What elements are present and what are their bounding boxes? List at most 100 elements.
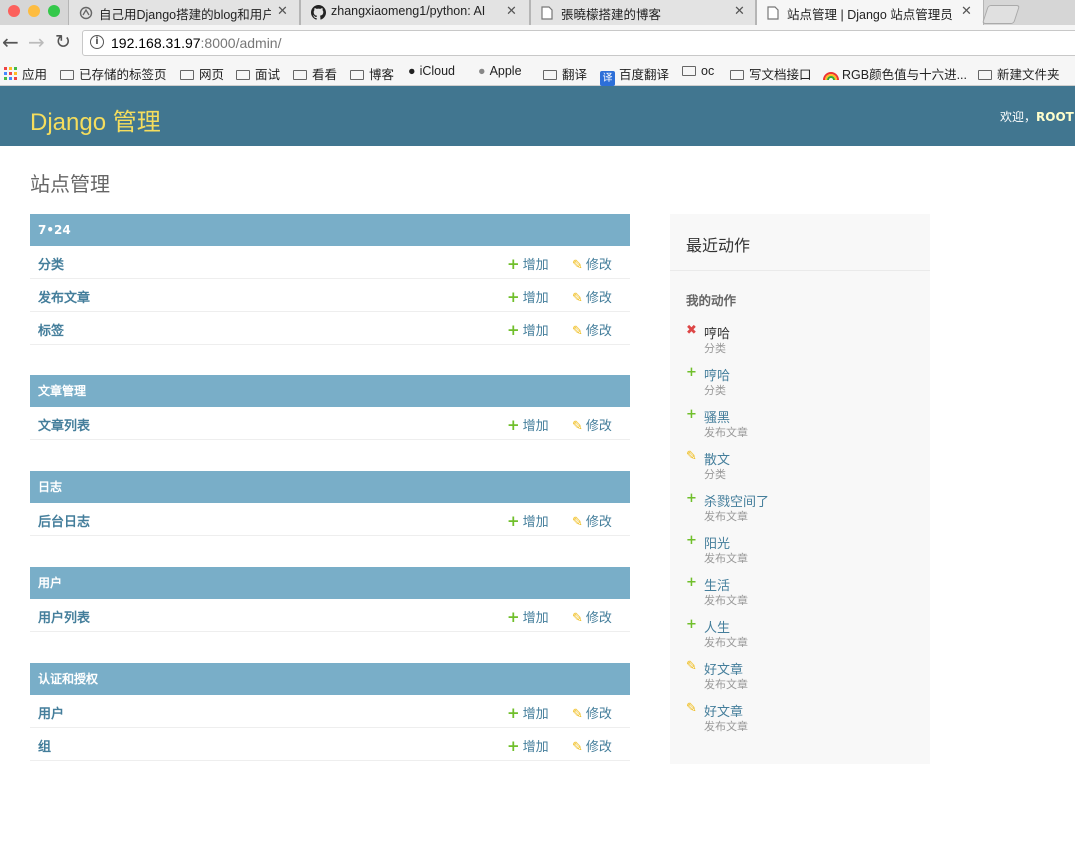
app-module: 认证和授权 用户 + 增加 ✎ 修改组 + 增加 ✎ 修改 (30, 663, 630, 761)
bookmark-folder[interactable]: 翻译 (543, 64, 587, 83)
zoom-window-icon[interactable] (48, 5, 60, 17)
change-link[interactable]: ✎ 修改 (572, 415, 612, 434)
bookmark-folder[interactable]: 写文档接口 (730, 64, 812, 83)
document-icon (767, 5, 781, 20)
model-link[interactable]: 发布文章 (38, 287, 90, 306)
module-caption[interactable]: 文章管理 (30, 375, 630, 407)
new-tab-button[interactable] (981, 5, 1021, 24)
tab-label: 自己用Django搭建的blog和用户 (99, 8, 271, 22)
bookmark-folder[interactable]: 网页 (180, 64, 224, 83)
bookmark-folder[interactable]: 博客 (350, 64, 394, 83)
folder-icon (543, 70, 557, 80)
folder-icon (293, 70, 307, 80)
change-label: 修改 (585, 291, 612, 306)
model-link[interactable]: 后台日志 (38, 511, 90, 530)
tab-close-icon[interactable]: ✕ (734, 4, 745, 19)
model-row: 发布文章 + 增加 ✎ 修改 (30, 279, 630, 312)
tab-close-icon[interactable]: ✕ (961, 4, 972, 19)
tab-close-icon[interactable]: ✕ (506, 4, 517, 19)
module-caption[interactable]: 认证和授权 (30, 663, 630, 695)
model-link[interactable]: 标签 (38, 320, 64, 339)
model-link[interactable]: 文章列表 (38, 415, 90, 434)
document-icon (541, 5, 555, 20)
apps-grid-icon (4, 67, 17, 83)
address-url[interactable]: 192.168.31.97:8000/admin/ (111, 35, 281, 51)
model-row: 分类 + 增加 ✎ 修改 (30, 246, 630, 279)
folder-icon (236, 70, 250, 80)
action-model-label: 分类 (704, 384, 726, 397)
change-label: 修改 (585, 740, 612, 755)
tab-close-icon[interactable]: ✕ (277, 4, 288, 19)
model-link[interactable]: 用户列表 (38, 607, 90, 626)
page-title: 站点管理 (30, 174, 110, 196)
minimize-window-icon[interactable] (28, 5, 40, 17)
model-link[interactable]: 用户 (38, 703, 64, 722)
bookmark-folder[interactable]: 新建文件夹 (978, 64, 1060, 83)
add-label: 增加 (522, 740, 549, 755)
close-window-icon[interactable] (8, 5, 20, 17)
add-link[interactable]: + 增加 (507, 607, 549, 626)
pencil-icon: ✎ (686, 701, 697, 716)
bookmark-folder[interactable]: 看看 (293, 64, 337, 83)
bookmark-label: RGB颜色值与十六进... (842, 68, 968, 82)
change-label: 修改 (585, 419, 612, 434)
module-caption[interactable]: 用户 (30, 567, 630, 599)
info-icon[interactable]: i (90, 35, 104, 49)
address-bar[interactable]: i 192.168.31.97:8000/admin/ (82, 30, 1075, 56)
bookmark-apps[interactable]: 应用 (4, 64, 47, 83)
back-arrow-icon[interactable]: ← (2, 31, 19, 53)
action-model-label: 发布文章 (704, 636, 748, 649)
bookmark-folder[interactable]: 已存储的标签页 (60, 64, 167, 83)
add-link[interactable]: + 增加 (507, 703, 549, 722)
bookmark-baidu-translate[interactable]: 译百度翻译 (600, 64, 669, 86)
pencil-icon: ✎ (572, 419, 583, 434)
forward-arrow-icon[interactable]: → (28, 31, 45, 53)
bookmark-label: 已存储的标签页 (79, 68, 167, 82)
change-link[interactable]: ✎ 修改 (572, 736, 612, 755)
change-link[interactable]: ✎ 修改 (572, 320, 612, 339)
reload-icon[interactable]: ↻ (55, 31, 71, 53)
model-row: 组 + 增加 ✎ 修改 (30, 728, 630, 761)
page-icon (79, 5, 93, 20)
add-link[interactable]: + 增加 (507, 736, 549, 755)
change-link[interactable]: ✎ 修改 (572, 703, 612, 722)
rainbow-icon (823, 68, 839, 84)
add-link[interactable]: + 增加 (507, 254, 549, 273)
change-link[interactable]: ✎ 修改 (572, 607, 612, 626)
site-brand[interactable]: Django 管理 (30, 102, 161, 137)
recent-actions-title: 最近动作 (686, 236, 751, 255)
delete-icon: ✖ (686, 323, 697, 338)
divider (670, 270, 930, 271)
change-link[interactable]: ✎ 修改 (572, 511, 612, 530)
bookmark-folder[interactable]: oc (682, 64, 714, 78)
plus-icon: + (507, 704, 520, 722)
pencil-icon: ✎ (572, 324, 583, 339)
bookmark-folder[interactable]: 面试 (236, 64, 280, 83)
browser-tab-4-active[interactable]: 站点管理 | Django 站点管理员 ✕ (756, 0, 984, 25)
module-caption[interactable]: 日志 (30, 471, 630, 503)
browser-tab-3[interactable]: 張曉檬搭建的博客 ✕ (530, 0, 756, 25)
bookmark-label: Apple (489, 64, 522, 78)
add-link[interactable]: + 增加 (507, 415, 549, 434)
browser-tab-2[interactable]: zhangxiaomeng1/python: AI ✕ (300, 0, 530, 25)
action-model-label: 分类 (704, 342, 726, 355)
bookmark-rgb[interactable]: RGB颜色值与十六进... (823, 64, 967, 84)
bookmark-apple[interactable]: ● Apple (478, 64, 522, 78)
add-link[interactable]: + 增加 (507, 287, 549, 306)
tab-label: 張曉檬搭建的博客 (561, 8, 662, 22)
change-link[interactable]: ✎ 修改 (572, 254, 612, 273)
folder-icon (682, 66, 696, 76)
module-caption[interactable]: 7•24 (30, 214, 630, 246)
bookmark-label: oc (701, 64, 715, 78)
add-label: 增加 (522, 611, 549, 626)
browser-tab-1[interactable]: 自己用Django搭建的blog和用户 ✕ (68, 0, 300, 25)
action-model-label: 发布文章 (704, 678, 748, 691)
model-link[interactable]: 组 (38, 736, 51, 755)
add-link[interactable]: + 增加 (507, 511, 549, 530)
browser-toolbar: ← → ↻ i 192.168.31.97:8000/admin/ (0, 25, 1075, 61)
action-model-label: 发布文章 (704, 426, 748, 439)
add-link[interactable]: + 增加 (507, 320, 549, 339)
change-link[interactable]: ✎ 修改 (572, 287, 612, 306)
bookmark-icloud[interactable]: ● iCloud (408, 64, 455, 78)
model-link[interactable]: 分类 (38, 254, 64, 273)
